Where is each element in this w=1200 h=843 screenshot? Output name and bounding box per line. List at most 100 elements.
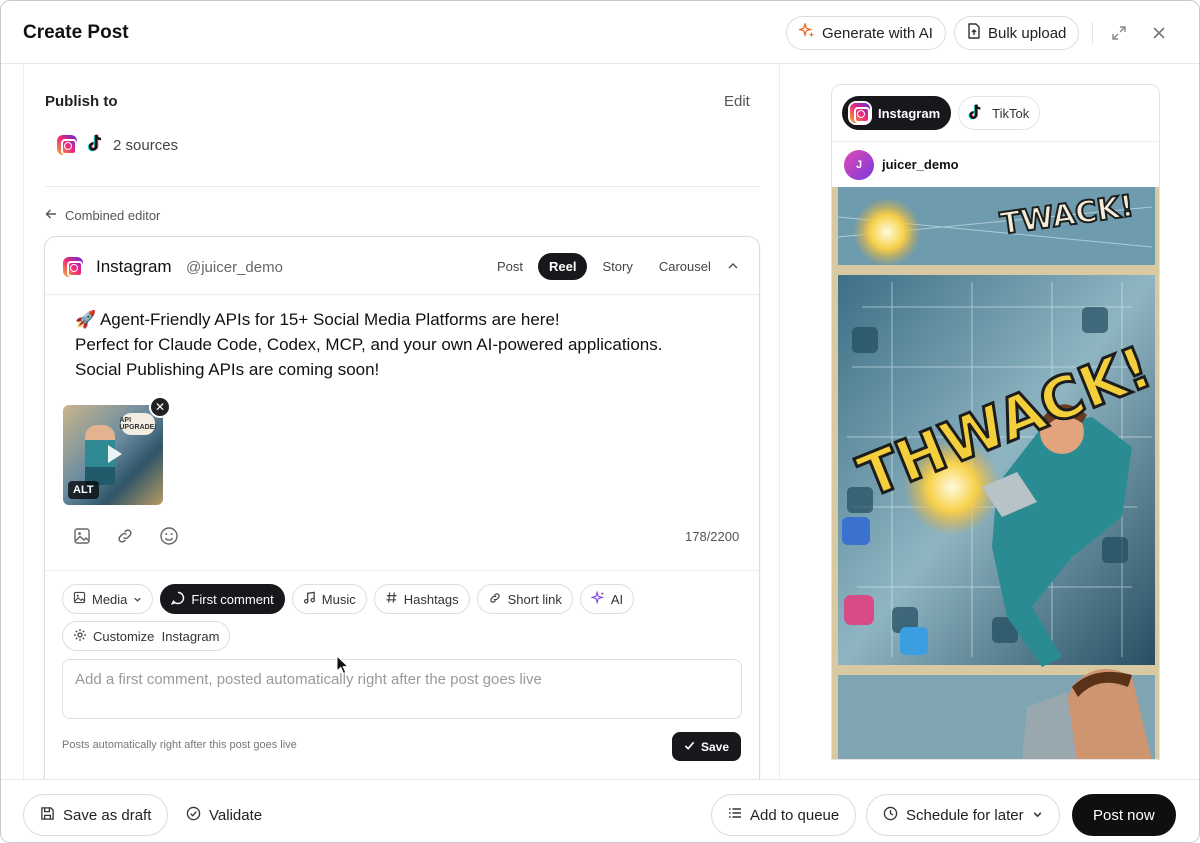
first-comment-chip[interactable]: First comment: [160, 584, 285, 614]
clock-icon: [883, 806, 898, 825]
character-count: 178/2200: [685, 529, 740, 544]
media-thumbnail[interactable]: API UPGRADE! ALT: [63, 405, 163, 505]
alt-text-badge[interactable]: ALT: [68, 481, 99, 499]
first-comment-input[interactable]: Add a first comment, posted automaticall…: [62, 659, 742, 719]
generate-with-ai-button[interactable]: Generate with AI: [786, 16, 946, 50]
preview-tab-label: TikTok: [992, 105, 1030, 121]
mouse-cursor-icon: [336, 654, 350, 680]
generate-with-ai-label: Generate with AI: [822, 24, 933, 42]
chevron-up-icon[interactable]: [727, 259, 739, 277]
image-icon: [73, 591, 86, 607]
list-icon: [728, 806, 742, 824]
add-to-queue-button[interactable]: Add to queue: [711, 794, 857, 836]
editor-card-header: Instagram @juicer_demo Post Reel Story C…: [45, 237, 759, 295]
file-upload-icon: [967, 23, 981, 43]
instagram-icon: [63, 257, 83, 277]
post-now-button[interactable]: Post now: [1072, 794, 1176, 836]
first-comment-label: First comment: [191, 591, 274, 607]
header-divider: [1092, 22, 1093, 44]
instagram-editor-card: Instagram @juicer_demo Post Reel Story C…: [44, 236, 760, 779]
toolbar-divider: [45, 570, 759, 571]
media-dropdown[interactable]: Media: [62, 584, 154, 614]
save-as-draft-label: Save as draft: [63, 806, 152, 824]
page-title: Create Post: [23, 22, 129, 43]
preview-profile-row: J juicer_demo: [832, 141, 1159, 187]
check-circle-icon: [186, 806, 201, 825]
post-preview-panel: Instagram TikTok J juicer_demo TWACK! TH…: [831, 84, 1160, 760]
customize-instagram-chip[interactable]: Customize Instagram: [62, 621, 231, 651]
comment-icon: [171, 591, 185, 608]
short-link-chip[interactable]: Short link: [476, 584, 573, 614]
post-text-line: Perfect for Claude Code, Codex, MCP, and…: [75, 335, 663, 354]
schedule-for-later-button[interactable]: Schedule for later: [866, 794, 1060, 836]
option-chips: Media First comment Music Hashtags Short…: [62, 584, 752, 651]
expand-icon[interactable]: [1109, 23, 1129, 43]
check-icon: [684, 740, 695, 754]
sparkle-icon: [797, 21, 815, 43]
avatar: J: [844, 149, 874, 180]
section-divider: [45, 186, 760, 187]
music-label: Music: [321, 591, 356, 607]
emoji-icon[interactable]: [159, 526, 179, 551]
image-icon[interactable]: [73, 527, 91, 550]
post-text-editor[interactable]: 🚀 Agent-Friendly APIs for 15+ Social Med…: [75, 307, 662, 382]
chevron-down-icon: [133, 592, 142, 607]
post-text-line: 🚀 Agent-Friendly APIs for 15+ Social Med…: [75, 310, 560, 329]
post-type-story[interactable]: Story: [591, 253, 643, 280]
media-label: Media: [92, 591, 128, 607]
thumbnail-caption-bubble: API UPGRADE!: [119, 413, 157, 435]
link-icon[interactable]: [115, 526, 135, 551]
post-type-selector: Post Reel Story Carousel: [486, 253, 722, 280]
save-icon: [40, 806, 55, 825]
arrow-left-icon: [45, 208, 57, 223]
account-name: Instagram: [96, 257, 172, 276]
customize-label: Customize Instagram: [93, 628, 220, 644]
short-link-label: Short link: [507, 591, 562, 607]
chevron-down-icon: [1032, 807, 1043, 824]
sources-row[interactable]: 2 sources: [57, 133, 178, 157]
save-comment-button[interactable]: Save: [672, 732, 742, 761]
hashtags-label: Hashtags: [403, 591, 459, 607]
remove-media-button[interactable]: ✕: [149, 396, 171, 418]
hashtags-chip[interactable]: Hashtags: [373, 584, 470, 614]
validate-button[interactable]: Validate: [169, 794, 280, 836]
ai-label: AI: [610, 591, 624, 607]
music-chip[interactable]: Music: [291, 584, 367, 614]
sparkle-icon: [589, 589, 605, 608]
preview-tab-label: Instagram: [878, 105, 941, 121]
edit-sources-link[interactable]: Edit: [724, 93, 750, 110]
close-icon[interactable]: [1149, 23, 1169, 43]
post-type-carousel[interactable]: Carousel: [648, 253, 722, 280]
post-type-post[interactable]: Post: [486, 253, 534, 280]
instagram-icon: [850, 103, 870, 123]
post-now-label: Post now: [1093, 806, 1155, 824]
bulk-upload-button[interactable]: Bulk upload: [954, 16, 1080, 50]
schedule-label: Schedule for later: [906, 806, 1024, 824]
post-type-reel[interactable]: Reel: [538, 253, 588, 280]
account-handle: @juicer_demo: [186, 259, 283, 276]
combined-editor-label: Combined editor: [65, 208, 161, 223]
publish-to-heading: Publish to: [45, 93, 118, 110]
sources-count: 2 sources: [113, 136, 179, 154]
preview-username: juicer_demo: [882, 157, 959, 172]
music-icon: [303, 591, 316, 607]
ai-chip[interactable]: AI: [579, 584, 635, 614]
tiktok-icon: [85, 133, 105, 157]
create-post-window: Create Post Generate with AI Bulk upload…: [0, 0, 1200, 843]
preview-tab-instagram[interactable]: Instagram: [842, 96, 952, 130]
editor-toolbar: [73, 526, 179, 551]
link-icon: [488, 591, 502, 608]
instagram-icon: [57, 135, 77, 155]
preview-media-image: TWACK! THWACK!: [832, 187, 1159, 759]
preview-platform-tabs: Instagram TikTok: [842, 96, 1041, 130]
gear-icon: [73, 628, 87, 645]
editor-pane: Publish to Edit 2 sources Combined edito…: [23, 64, 780, 779]
tiktok-icon: [966, 103, 984, 124]
add-to-queue-label: Add to queue: [750, 806, 840, 824]
preview-tab-tiktok[interactable]: TikTok: [958, 96, 1041, 130]
bulk-upload-label: Bulk upload: [988, 24, 1067, 42]
combined-editor-back-link[interactable]: Combined editor: [45, 208, 160, 223]
footer-action-bar: Save as draft Validate Add to queue Sche…: [1, 779, 1199, 842]
hash-icon: [385, 591, 398, 607]
save-as-draft-button[interactable]: Save as draft: [23, 794, 169, 836]
